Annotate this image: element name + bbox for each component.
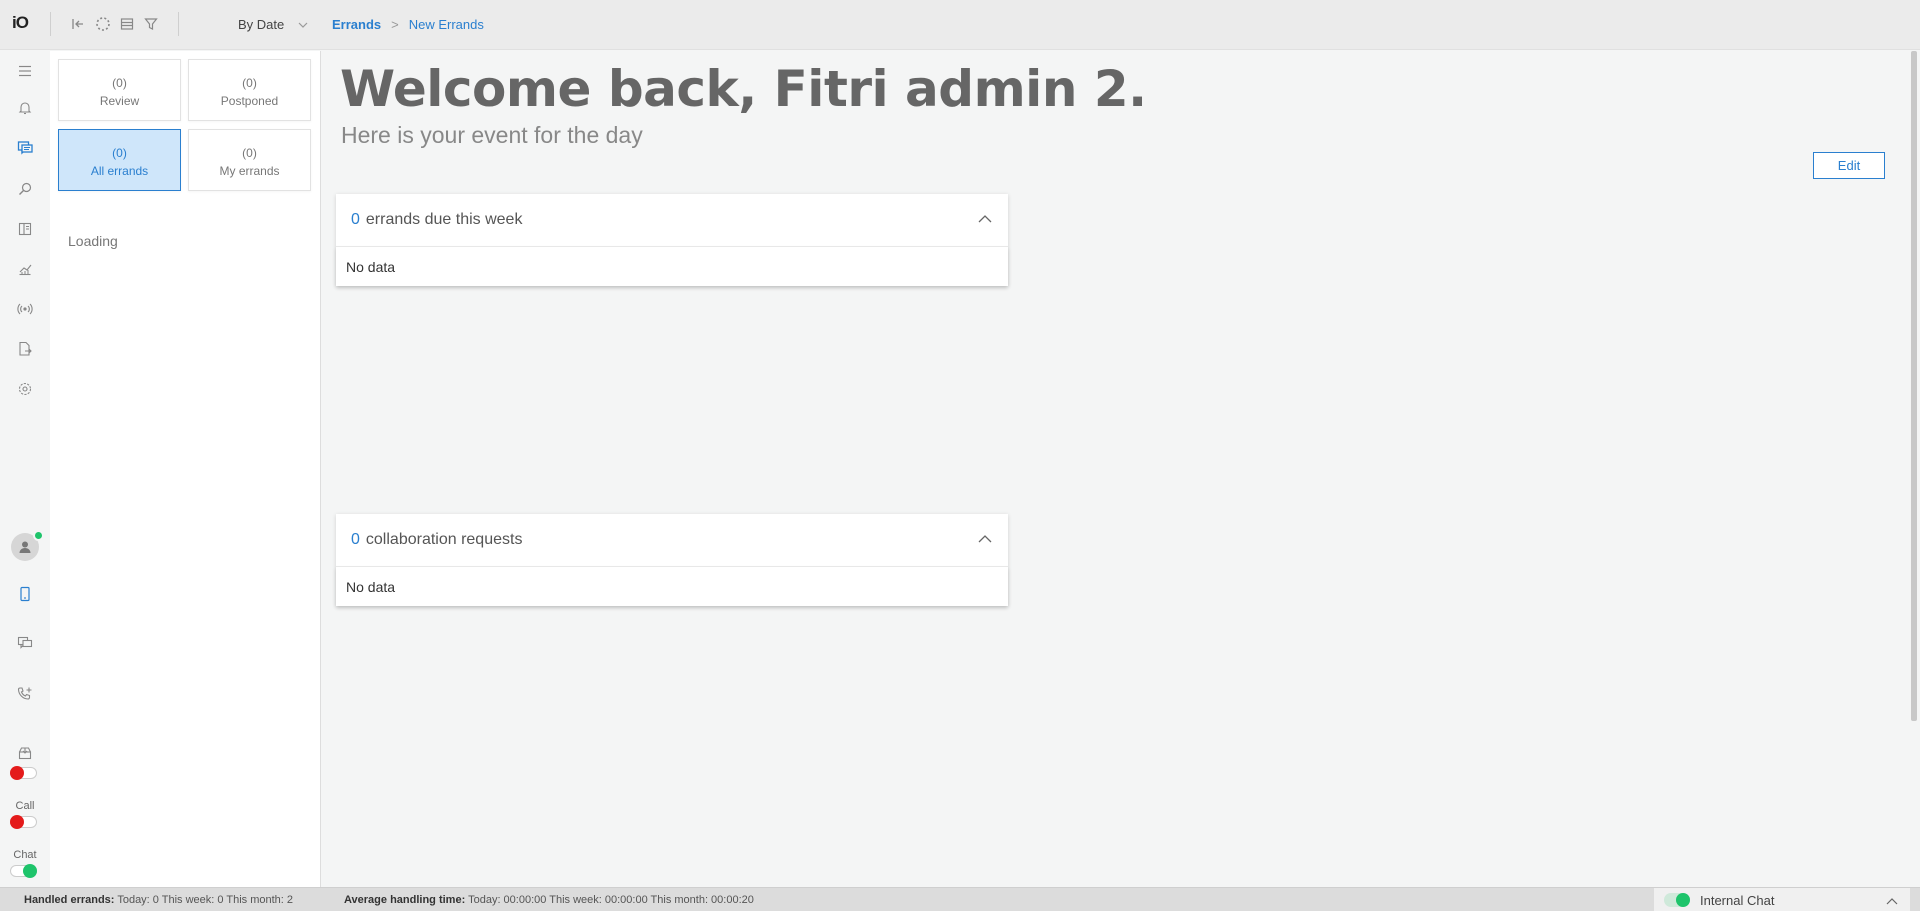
left-rail: Call Chat xyxy=(0,51,50,905)
collapse-left-icon[interactable] xyxy=(68,14,88,34)
toggle-knob xyxy=(10,815,24,829)
filter-tile-my-errands[interactable]: (0) My errands xyxy=(188,129,311,191)
library-icon[interactable] xyxy=(13,217,37,241)
bell-icon[interactable] xyxy=(13,96,37,120)
toggle-knob xyxy=(1676,893,1690,907)
card-empty-text: No data xyxy=(336,247,1008,286)
top-bar: iO By Date Errands > New Errands xyxy=(0,0,1920,50)
filter-count: (0) xyxy=(242,76,257,90)
welcome-heading: Welcome back, Fitri admin 2. xyxy=(340,60,1147,118)
filter-tile-postponed[interactable]: (0) Postponed xyxy=(188,59,311,121)
card-empty-text: No data xyxy=(336,567,1008,606)
list-icon[interactable] xyxy=(117,14,137,34)
filter-count: (0) xyxy=(242,146,257,160)
call-availability-toggle[interactable] xyxy=(10,815,37,829)
sort-dropdown[interactable]: By Date xyxy=(238,17,308,32)
breadcrumb-errands[interactable]: Errands xyxy=(332,17,381,32)
toggle-knob xyxy=(10,766,24,780)
breadcrumb-new-errands[interactable]: New Errands xyxy=(409,17,484,32)
sort-label: By Date xyxy=(238,17,285,32)
handled-errands-label: Handled errands: xyxy=(24,894,115,906)
filter-tile-review[interactable]: (0) Review xyxy=(58,59,181,121)
filter-icon[interactable] xyxy=(141,14,161,34)
chevron-up-icon[interactable] xyxy=(1886,893,1898,908)
average-handling-time-value: Today: 00:00:00 This week: 00:00:00 This… xyxy=(468,894,754,906)
chat-availability-toggle[interactable] xyxy=(10,864,37,878)
online-status-dot xyxy=(33,530,44,541)
card-header[interactable]: 0 errands due this week xyxy=(336,194,1008,247)
card-count: 0 xyxy=(351,531,360,548)
export-icon[interactable] xyxy=(13,337,37,361)
phone-device-icon[interactable] xyxy=(13,582,37,606)
filter-label: Review xyxy=(99,94,140,108)
breadcrumb: Errands > New Errands xyxy=(332,17,484,32)
chevron-down-icon xyxy=(298,19,308,31)
chevron-up-icon[interactable] xyxy=(978,530,992,548)
chevron-up-icon[interactable] xyxy=(978,210,992,228)
internal-chat-toggle[interactable] xyxy=(1664,893,1690,907)
broadcast-icon[interactable] xyxy=(13,297,37,321)
search-icon[interactable] xyxy=(13,177,37,201)
average-handling-time-stat: Average handling time: Today: 00:00:00 T… xyxy=(344,894,754,906)
handled-errands-value: Today: 0 This week: 0 This month: 2 xyxy=(117,894,294,906)
add-call-icon[interactable] xyxy=(13,682,37,706)
inbox-icon[interactable] xyxy=(13,741,37,765)
filter-count: (0) xyxy=(112,76,127,90)
toolbar-divider xyxy=(50,12,51,36)
errand-filter-panel: (0) Review (0) Postponed (0) All errands… xyxy=(50,51,321,887)
vertical-scrollbar[interactable] xyxy=(1911,51,1917,721)
loading-text: Loading xyxy=(68,233,118,249)
breadcrumb-separator: > xyxy=(391,17,399,32)
welcome-subtitle: Here is your event for the day xyxy=(341,122,643,148)
filter-label: My errands xyxy=(219,164,280,178)
collaboration-requests-card: 0 collaboration requests No data xyxy=(336,514,1008,606)
toggle-knob xyxy=(23,864,37,878)
handled-errands-stat: Handled errands: Today: 0 This week: 0 T… xyxy=(24,894,293,906)
card-count: 0 xyxy=(351,211,360,228)
card-header[interactable]: 0 collaboration requests xyxy=(336,514,1008,567)
app-logo[interactable]: iO xyxy=(12,13,29,33)
errands-icon[interactable] xyxy=(13,136,37,160)
filter-label: All errands xyxy=(90,164,149,178)
internal-chat-bar[interactable]: Internal Chat xyxy=(1654,888,1910,911)
loading-icon[interactable] xyxy=(93,14,113,34)
edit-button[interactable]: Edit xyxy=(1813,152,1885,179)
email-availability-toggle[interactable] xyxy=(10,766,37,780)
status-bar: Handled errands: Today: 0 This week: 0 T… xyxy=(0,887,1920,911)
average-handling-time-label: Average handling time: xyxy=(344,894,466,906)
statistics-icon[interactable] xyxy=(13,257,37,281)
internal-chat-label: Internal Chat xyxy=(1700,892,1775,908)
filter-label: Postponed xyxy=(220,94,279,108)
card-title: collaboration requests xyxy=(365,531,523,548)
call-label: Call xyxy=(15,800,35,812)
menu-icon[interactable] xyxy=(13,59,37,83)
avatar[interactable] xyxy=(11,530,44,561)
filter-count: (0) xyxy=(112,146,127,160)
filter-tile-all-errands[interactable]: (0) All errands xyxy=(58,129,181,191)
settings-icon[interactable] xyxy=(13,377,37,401)
card-title: errands due this week xyxy=(365,211,523,228)
chat-transfer-icon[interactable] xyxy=(13,631,37,655)
chat-label: Chat xyxy=(13,849,37,861)
toolbar-divider xyxy=(178,12,179,36)
errands-due-card: 0 errands due this week No data xyxy=(336,194,1008,286)
